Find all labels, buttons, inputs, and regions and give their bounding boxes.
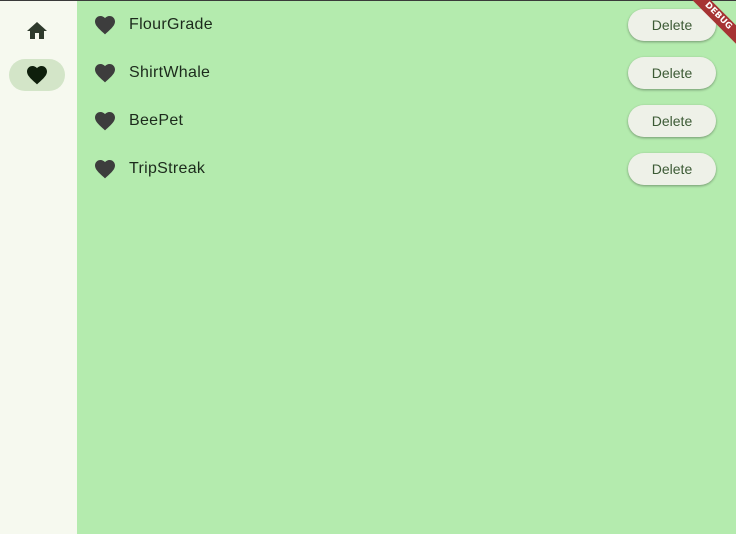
heart-icon (93, 61, 117, 85)
heart-icon (93, 13, 117, 37)
list-item: ShirtWhale Delete (77, 49, 736, 97)
delete-button[interactable]: Delete (628, 153, 716, 185)
list-item: FlourGrade Delete (77, 1, 736, 49)
home-icon (25, 19, 49, 43)
navigation-rail (0, 0, 77, 534)
heart-icon (93, 157, 117, 181)
heart-icon (93, 109, 117, 133)
rail-destination-home[interactable] (9, 15, 65, 47)
list-item: TripStreak Delete (77, 145, 736, 193)
rail-destination-favorites[interactable] (9, 59, 65, 91)
list-item-name: BeePet (129, 112, 184, 129)
list-item-name: ShirtWhale (129, 64, 211, 81)
list-item: BeePet Delete (77, 97, 736, 145)
delete-button[interactable]: Delete (628, 57, 716, 89)
list-item-name: FlourGrade (129, 16, 213, 33)
list-item-name: TripStreak (129, 160, 206, 177)
delete-button[interactable]: Delete (628, 9, 716, 41)
favorites-list: FlourGrade Delete ShirtWhale Delete BeeP… (77, 1, 736, 534)
window-top-border (0, 0, 736, 1)
heart-icon (25, 63, 49, 87)
delete-button[interactable]: Delete (628, 105, 716, 137)
